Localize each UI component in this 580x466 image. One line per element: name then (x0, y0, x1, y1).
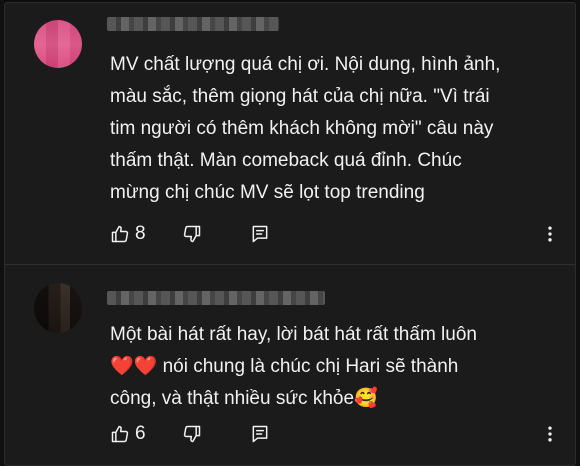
comments-panel: MV chất lượng quá chị ơi. Nội dung, hình… (4, 2, 576, 466)
more-vert-icon (540, 424, 560, 444)
more-options-button[interactable] (540, 221, 560, 247)
like-button[interactable]: 8 (110, 221, 146, 247)
author-name-blurred[interactable] (107, 291, 325, 305)
reply-button[interactable] (250, 421, 270, 447)
thumbs-up-icon (110, 224, 130, 244)
reply-button[interactable] (250, 221, 270, 247)
comment-item: Một bài hát rất hay, lời bát hát rất thấ… (5, 265, 575, 465)
comment-text: MV chất lượng quá chị ơi. Nội dung, hình… (110, 54, 501, 203)
dislike-button[interactable] (182, 421, 202, 447)
avatar[interactable] (34, 283, 82, 333)
author-name-blurred[interactable] (107, 17, 279, 31)
avatar[interactable] (34, 20, 82, 68)
comment-text-line: nói chung là chúc chị Hari sẽ thành (157, 356, 459, 377)
comment-text: Một bài hát rất hay, lời bát hát rất thấ… (110, 319, 545, 415)
comment-actions: 6 (110, 421, 560, 447)
thumbs-up-icon (110, 424, 130, 444)
comment-item: MV chất lượng quá chị ơi. Nội dung, hình… (5, 3, 575, 263)
heart-emoji: ❤️❤️ (110, 356, 158, 377)
like-count: 8 (135, 223, 146, 244)
like-button[interactable]: 6 (110, 421, 146, 447)
smiling-hearts-emoji: 🥰 (354, 388, 378, 409)
comment-actions: 8 (110, 221, 560, 247)
like-count: 6 (135, 423, 146, 444)
reply-icon (250, 424, 270, 444)
thumbs-down-icon (182, 224, 202, 244)
comment-text-line: Một bài hát rất hay, lời bát hát rất thấ… (110, 324, 477, 345)
more-vert-icon (540, 224, 560, 244)
thumbs-down-icon (182, 424, 202, 444)
dislike-button[interactable] (182, 221, 202, 247)
more-options-button[interactable] (540, 421, 560, 447)
comment-text-line: công, và thật nhiều sức khỏe (110, 388, 355, 409)
reply-icon (250, 224, 270, 244)
